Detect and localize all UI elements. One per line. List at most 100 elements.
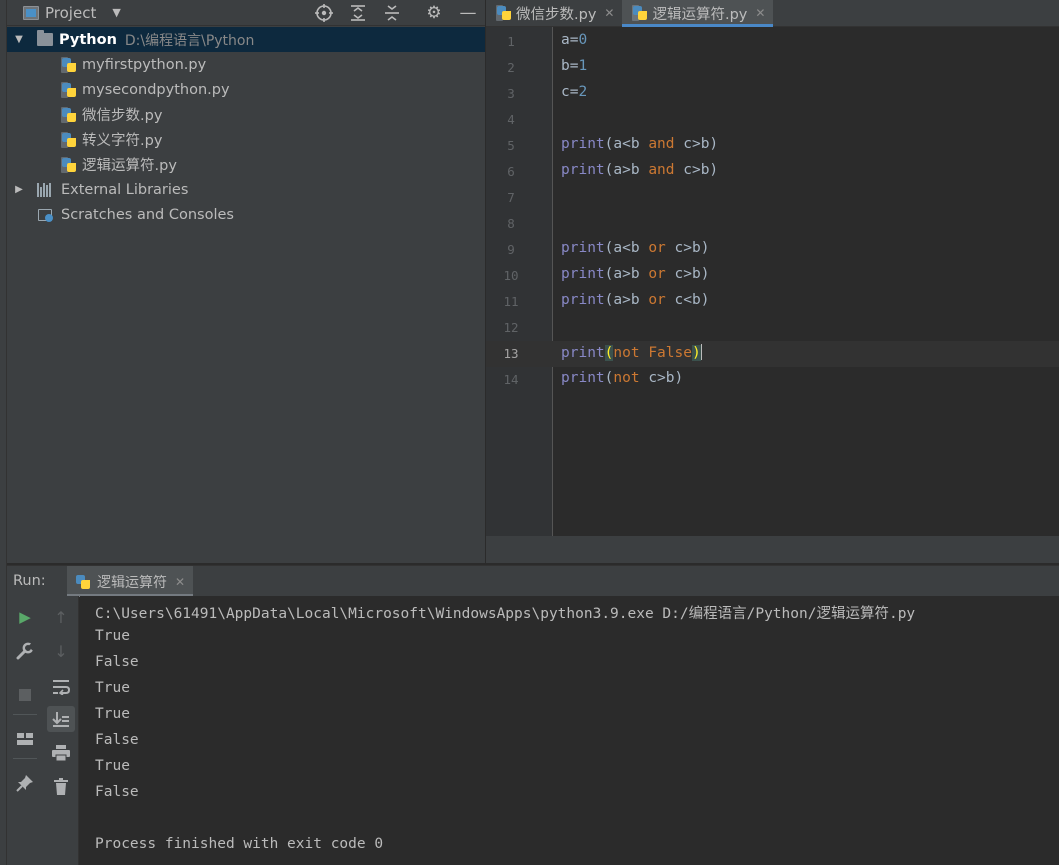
tree-file-myfirstpython[interactable]: myfirstpython.py bbox=[7, 52, 485, 77]
soft-wrap-icon[interactable] bbox=[47, 674, 75, 700]
line-number: 5 bbox=[507, 138, 515, 153]
code-text: print(a>b or c>b) bbox=[561, 266, 710, 282]
console-output-line: True bbox=[95, 628, 130, 644]
library-icon bbox=[37, 182, 55, 197]
python-file-icon bbox=[61, 81, 77, 98]
project-panel: Project ▼ ⚙ — ▼ Python D:\编程语言\Python my… bbox=[7, 0, 485, 563]
tree-file-escape-chars[interactable]: 转义字符.py bbox=[7, 127, 485, 152]
tab-label: 微信步数.py bbox=[516, 6, 597, 23]
code-line[interactable]: 3 c=2 bbox=[486, 81, 1059, 107]
close-icon[interactable]: ✕ bbox=[755, 6, 765, 20]
code-line[interactable]: 2 b=1 bbox=[486, 55, 1059, 81]
arrow-down-icon[interactable]: ↓ bbox=[47, 638, 75, 664]
code-line[interactable]: 5 print(a<b and c>b) bbox=[486, 133, 1059, 159]
wrench-icon[interactable] bbox=[11, 638, 39, 664]
code-line[interactable]: 14 print(not c>b) bbox=[486, 367, 1059, 393]
code-line[interactable]: 9 print(a<b or c>b) bbox=[486, 237, 1059, 263]
print-icon[interactable] bbox=[47, 740, 75, 766]
close-icon[interactable]: ✕ bbox=[175, 575, 185, 589]
file-label: 逻辑运算符.py bbox=[82, 158, 177, 174]
chevron-down-icon[interactable]: ▼ bbox=[13, 34, 25, 45]
run-console[interactable]: C:\Users\61491\AppData\Local\Microsoft\W… bbox=[80, 596, 1059, 865]
trash-icon[interactable] bbox=[47, 774, 75, 800]
code-line[interactable]: 6 print(a>b and c>b) bbox=[486, 159, 1059, 185]
tab-wechat-steps[interactable]: 微信步数.py ✕ bbox=[486, 0, 622, 26]
gear-icon[interactable]: ⚙ bbox=[417, 0, 451, 26]
tree-file-logic-operators[interactable]: 逻辑运算符.py bbox=[7, 152, 485, 177]
expand-all-icon[interactable] bbox=[341, 0, 375, 26]
folder-icon bbox=[37, 30, 53, 46]
root-path: D:\编程语言\Python bbox=[124, 32, 255, 49]
scroll-to-end-icon[interactable] bbox=[47, 706, 75, 732]
run-toolbar-secondary: ↑ ↓ bbox=[43, 596, 79, 865]
stop-icon[interactable] bbox=[11, 682, 39, 708]
line-number: 7 bbox=[507, 190, 515, 205]
line-number: 11 bbox=[503, 294, 519, 309]
code-line[interactable]: 12 bbox=[486, 315, 1059, 341]
python-file-icon bbox=[632, 5, 648, 21]
code-text: print(a>b or c<b) bbox=[561, 292, 710, 308]
project-title[interactable]: Project bbox=[45, 4, 96, 22]
run-panel-header: Run: 逻辑运算符 ✕ bbox=[7, 565, 1059, 597]
line-number: 3 bbox=[507, 86, 515, 101]
line-number: 8 bbox=[507, 216, 515, 231]
code-editor[interactable]: 1 a=0 2 b=1 3 c=2 4 5 print(a<b and c>b) 6 print(a… bbox=[486, 27, 1059, 536]
code-text: print(a<b or c>b) bbox=[561, 240, 710, 256]
line-number: 14 bbox=[503, 372, 519, 387]
editor-tabs: 微信步数.py ✕ 逻辑运算符.py ✕ bbox=[486, 0, 1059, 27]
run-label: Run: bbox=[13, 573, 46, 589]
python-file-icon bbox=[61, 156, 77, 173]
project-view-icon bbox=[23, 5, 39, 20]
pin-icon[interactable] bbox=[11, 770, 39, 796]
layout-icon[interactable] bbox=[11, 726, 39, 752]
console-output-line: True bbox=[95, 758, 130, 774]
chevron-right-icon[interactable]: ▶ bbox=[13, 184, 25, 195]
code-text: print(not False) bbox=[561, 344, 702, 361]
rerun-icon[interactable]: ▶ bbox=[11, 604, 39, 630]
scratches-icon bbox=[37, 207, 55, 223]
tab-logic-operators[interactable]: 逻辑运算符.py ✕ bbox=[622, 0, 774, 27]
code-line[interactable]: 7 bbox=[486, 185, 1059, 211]
console-output-line: False bbox=[95, 732, 139, 748]
code-line[interactable]: 1 a=0 bbox=[486, 29, 1059, 55]
collapse-all-icon[interactable] bbox=[375, 0, 409, 26]
code-text: b=1 bbox=[561, 58, 588, 74]
code-line[interactable]: 10 print(a>b or c>b) bbox=[486, 263, 1059, 289]
console-exit-message: Process finished with exit code 0 bbox=[95, 836, 384, 852]
minimize-icon[interactable]: — bbox=[451, 0, 485, 26]
chevron-down-icon[interactable]: ▼ bbox=[112, 6, 120, 19]
line-number: 6 bbox=[507, 164, 515, 179]
project-header-tools: ⚙ — bbox=[307, 0, 485, 26]
tree-file-wechat-steps[interactable]: 微信步数.py bbox=[7, 102, 485, 127]
code-line[interactable]: 11 print(a>b or c<b) bbox=[486, 289, 1059, 315]
close-icon[interactable]: ✕ bbox=[604, 6, 614, 20]
project-tree: ▼ Python D:\编程语言\Python myfirstpython.py… bbox=[7, 27, 485, 227]
tree-file-mysecondpython[interactable]: mysecondpython.py bbox=[7, 77, 485, 102]
console-command: C:\Users\61491\AppData\Local\Microsoft\W… bbox=[95, 606, 916, 622]
scratches-label: Scratches and Consoles bbox=[61, 206, 234, 223]
tree-scratches[interactable]: Scratches and Consoles bbox=[7, 202, 485, 227]
code-line[interactable]: 8 bbox=[486, 211, 1059, 237]
file-label: mysecondpython.py bbox=[82, 81, 230, 98]
code-line[interactable]: 4 bbox=[486, 107, 1059, 133]
locate-icon[interactable] bbox=[307, 0, 341, 26]
arrow-up-icon[interactable]: ↑ bbox=[47, 604, 75, 630]
console-output-line: False bbox=[95, 784, 139, 800]
line-number: 4 bbox=[507, 112, 515, 127]
file-label: myfirstpython.py bbox=[82, 56, 207, 73]
line-number: 1 bbox=[507, 34, 515, 49]
tree-external-libraries[interactable]: ▶ External Libraries bbox=[7, 177, 485, 202]
run-tab-label: 逻辑运算符 bbox=[97, 574, 167, 591]
python-file-icon bbox=[496, 5, 512, 21]
root-name: Python bbox=[59, 31, 117, 48]
line-number: 2 bbox=[507, 60, 515, 75]
code-text: print(a>b and c>b) bbox=[561, 162, 719, 178]
line-number: 10 bbox=[503, 268, 519, 283]
python-file-icon bbox=[61, 131, 77, 148]
run-tab[interactable]: 逻辑运算符 ✕ bbox=[67, 566, 194, 597]
tree-root-python[interactable]: ▼ Python D:\编程语言\Python bbox=[7, 27, 485, 52]
code-text: a=0 bbox=[561, 32, 588, 48]
code-line[interactable]: 13 print(not False) bbox=[486, 341, 1059, 367]
line-number: 12 bbox=[503, 320, 519, 335]
python-icon bbox=[75, 574, 91, 590]
